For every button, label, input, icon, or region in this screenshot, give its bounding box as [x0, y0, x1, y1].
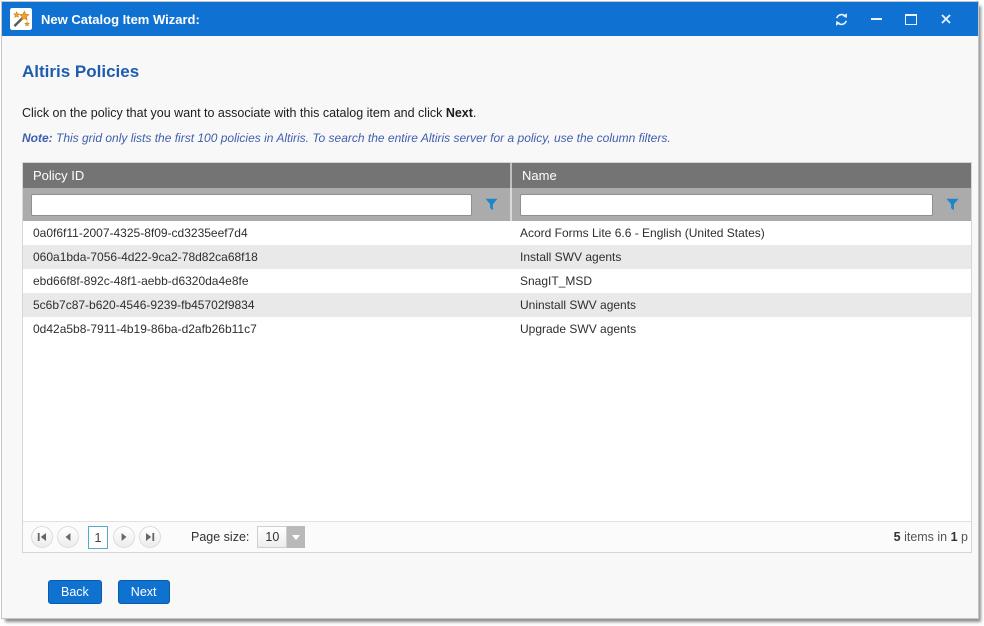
pages-count-number: 1	[951, 530, 958, 544]
window-controls	[833, 11, 954, 27]
instruction-text: Click on the policy that you want to ass…	[22, 106, 972, 120]
pager-bar: 1 Page size: 10 5 items in 1 p	[23, 521, 971, 552]
next-button[interactable]: Next	[118, 580, 170, 604]
grid-empty-area	[23, 341, 971, 521]
table-row[interactable]: 5c6b7c87-b620-4546-9239-fb45702f9834 Uni…	[23, 293, 971, 317]
page-title: Altiris Policies	[22, 62, 972, 82]
first-page-button[interactable]	[31, 526, 53, 548]
filter-cell-name	[510, 188, 971, 221]
titlebar: New Catalog Item Wizard:	[2, 2, 978, 36]
wizard-footer: Back Next	[48, 580, 972, 604]
cell-policy-id[interactable]: 0a0f6f11-2007-4325-8f09-cd3235eef7d4	[23, 221, 510, 245]
table-row[interactable]: 0a0f6f11-2007-4325-8f09-cd3235eef7d4 Aco…	[23, 221, 971, 245]
items-count-label: items in	[901, 530, 951, 544]
first-page-icon	[37, 532, 47, 542]
cell-name[interactable]: Acord Forms Lite 6.6 - English (United S…	[510, 221, 971, 245]
cell-name[interactable]: SnagIT_MSD	[510, 269, 971, 293]
pages-count-label: p	[958, 530, 968, 544]
maximize-icon[interactable]	[903, 11, 919, 27]
last-page-button[interactable]	[139, 526, 161, 548]
cell-policy-id[interactable]: 060a1bda-7056-4d22-9ca2-78d82ca68f18	[23, 245, 510, 269]
items-count-number: 5	[894, 530, 901, 544]
policy-id-filter-input[interactable]	[31, 194, 472, 216]
filter-funnel-icon	[946, 198, 959, 211]
previous-page-button[interactable]	[57, 526, 79, 548]
items-count-text: 5 items in 1 p	[894, 530, 968, 544]
note-label: Note:	[22, 131, 53, 145]
chevron-down-icon[interactable]	[287, 526, 305, 548]
cell-policy-id[interactable]: 5c6b7c87-b620-4546-9239-fb45702f9834	[23, 293, 510, 317]
table-row[interactable]: 0d42a5b8-7911-4b19-86ba-d2afb26b11c7 Upg…	[23, 317, 971, 341]
instruction-suffix: .	[473, 106, 476, 120]
name-filter-button[interactable]	[933, 188, 971, 221]
previous-page-icon	[63, 532, 73, 542]
wizard-window: New Catalog Item Wizard: Altiris	[2, 2, 978, 618]
cell-name[interactable]: Upgrade SWV agents	[510, 317, 971, 341]
table-row[interactable]: ebd66f8f-892c-48f1-aebb-d6320da4e8fe Sna…	[23, 269, 971, 293]
wizard-app-icon	[10, 8, 32, 30]
policies-grid: Policy ID Name	[22, 162, 972, 553]
table-row[interactable]: 060a1bda-7056-4d22-9ca2-78d82ca68f18 Ins…	[23, 245, 971, 269]
back-button[interactable]: Back	[48, 580, 102, 604]
note-text: Note: This grid only lists the first 100…	[22, 131, 972, 145]
instruction-bold: Next	[446, 106, 473, 120]
note-body: This grid only lists the first 100 polic…	[53, 131, 671, 145]
cell-name[interactable]: Install SWV agents	[510, 245, 971, 269]
next-page-icon	[119, 532, 129, 542]
close-icon[interactable]	[938, 11, 954, 27]
grid-filter-row	[23, 188, 971, 221]
refresh-icon[interactable]	[833, 11, 849, 27]
filter-cell-policy-id	[23, 188, 510, 221]
name-filter-input[interactable]	[520, 194, 933, 216]
instruction-prefix: Click on the policy that you want to ass…	[22, 106, 446, 120]
cell-policy-id[interactable]: 0d42a5b8-7911-4b19-86ba-d2afb26b11c7	[23, 317, 510, 341]
page-size-dropdown[interactable]: 10	[257, 526, 305, 548]
column-header-policy-id[interactable]: Policy ID	[23, 163, 510, 188]
content-area: Altiris Policies Click on the policy tha…	[2, 62, 978, 604]
cell-policy-id[interactable]: ebd66f8f-892c-48f1-aebb-d6320da4e8fe	[23, 269, 510, 293]
next-page-button[interactable]	[113, 526, 135, 548]
grid-header-row: Policy ID Name	[23, 163, 971, 188]
minimize-icon[interactable]	[868, 11, 884, 27]
filter-funnel-icon	[485, 198, 498, 211]
current-page-indicator[interactable]: 1	[88, 526, 108, 549]
last-page-icon	[145, 532, 155, 542]
cell-name[interactable]: Uninstall SWV agents	[510, 293, 971, 317]
window-title: New Catalog Item Wizard:	[41, 12, 833, 27]
page-size-value: 10	[257, 526, 287, 548]
column-header-name[interactable]: Name	[510, 163, 971, 188]
grid-body: 0a0f6f11-2007-4325-8f09-cd3235eef7d4 Aco…	[23, 221, 971, 341]
policy-id-filter-button[interactable]	[472, 188, 510, 221]
page-size-label: Page size:	[191, 530, 249, 544]
